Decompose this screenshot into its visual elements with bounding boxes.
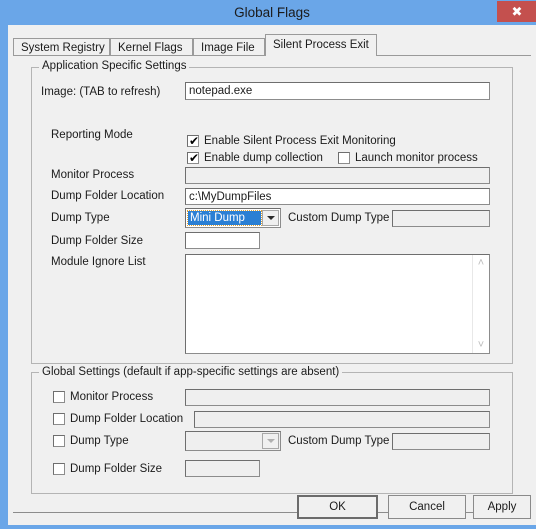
check-icon: ✔ <box>189 151 200 165</box>
chevron-down-icon <box>266 439 275 443</box>
checkbox-global-monitor-process[interactable] <box>53 391 65 403</box>
global-dump-folder-location-label: Dump Folder Location <box>70 413 184 425</box>
close-icon[interactable]: ✖ <box>497 1 536 22</box>
module-ignore-list-scrollbar[interactable]: ˄ ˅ <box>472 255 489 353</box>
tab-silent-process-exit[interactable]: Silent Process Exit <box>265 34 377 56</box>
application-specific-settings-title: Application Specific Settings <box>39 60 190 72</box>
tab-strip: System Registry Kernel Flags Image File … <box>13 34 531 56</box>
ok-button[interactable]: OK <box>297 495 378 519</box>
tab-image-file[interactable]: Image File <box>193 38 265 56</box>
window-title: Global Flags <box>234 5 310 20</box>
global-monitor-process-input[interactable] <box>185 389 490 406</box>
global-dump-folder-size-label: Dump Folder Size <box>70 463 163 475</box>
tab-active-underline-cut <box>266 55 376 56</box>
check-icon: ✔ <box>189 134 200 148</box>
checkbox-global-dump-type[interactable] <box>53 435 65 447</box>
global-dump-type-dropdown-button[interactable] <box>262 433 279 449</box>
app-dump-type-combo[interactable]: Mini Dump <box>185 208 281 228</box>
app-dump-folder-size-label: Dump Folder Size <box>51 235 144 247</box>
global-custom-dump-type-input[interactable] <box>392 433 490 450</box>
checkbox-global-dump-folder-location[interactable] <box>53 413 65 425</box>
image-label: Image: (TAB to refresh) <box>41 86 161 98</box>
checkbox-enable-silent-process-exit-monitoring[interactable]: ✔ <box>187 135 199 147</box>
dialog-client-area: System Registry Kernel Flags Image File … <box>8 25 536 525</box>
app-monitor-process-input[interactable] <box>185 167 490 184</box>
title-bar: Global Flags ✖ <box>4 0 536 25</box>
global-dump-folder-size-input[interactable] <box>185 460 260 477</box>
chevron-down-icon <box>266 216 275 220</box>
cancel-button[interactable]: Cancel <box>388 495 466 519</box>
tab-kernel-flags[interactable]: Kernel Flags <box>110 38 193 56</box>
global-dump-type-value <box>188 434 261 448</box>
app-dump-type-value: Mini Dump <box>187 210 262 226</box>
checkbox-enable-dump-collection[interactable]: ✔ <box>187 152 199 164</box>
checkbox-global-dump-folder-size[interactable] <box>53 463 65 475</box>
module-ignore-list-label: Module Ignore List <box>51 256 146 268</box>
reporting-mode-label: Reporting Mode <box>51 129 133 141</box>
app-custom-dump-type-input[interactable] <box>392 210 490 227</box>
label-enable-dump-collection: Enable dump collection <box>204 152 323 164</box>
scroll-up-icon[interactable]: ˄ <box>473 255 489 271</box>
image-input[interactable] <box>185 82 490 100</box>
global-monitor-process-label: Monitor Process <box>70 391 154 403</box>
app-custom-dump-type-label: Custom Dump Type <box>288 212 390 224</box>
checkbox-launch-monitor-process[interactable] <box>338 152 350 164</box>
app-monitor-process-label: Monitor Process <box>51 169 135 181</box>
app-dump-type-dropdown-button[interactable] <box>262 210 279 226</box>
app-dump-type-label: Dump Type <box>51 212 110 224</box>
apply-button[interactable]: Apply <box>473 495 531 519</box>
app-dump-folder-location-label: Dump Folder Location <box>51 190 165 202</box>
label-launch-monitor-process: Launch monitor process <box>355 152 478 164</box>
global-custom-dump-type-label: Custom Dump Type <box>288 435 390 447</box>
app-dump-folder-location-input[interactable] <box>185 188 490 205</box>
scroll-down-icon[interactable]: ˅ <box>473 337 489 353</box>
tab-system-registry[interactable]: System Registry <box>13 38 110 56</box>
global-dump-type-label: Dump Type <box>70 435 129 447</box>
global-flags-window: Global Flags ✖ System Registry Kernel Fl… <box>0 0 536 529</box>
app-dump-folder-size-input[interactable] <box>185 232 260 249</box>
label-enable-silent-process-exit-monitoring: Enable Silent Process Exit Monitoring <box>204 135 396 147</box>
global-settings-title: Global Settings (default if app-specific… <box>39 366 343 378</box>
global-dump-type-combo[interactable] <box>185 431 281 451</box>
module-ignore-list-textarea[interactable]: ˄ ˅ <box>185 254 490 354</box>
global-dump-folder-location-input[interactable] <box>194 411 490 428</box>
